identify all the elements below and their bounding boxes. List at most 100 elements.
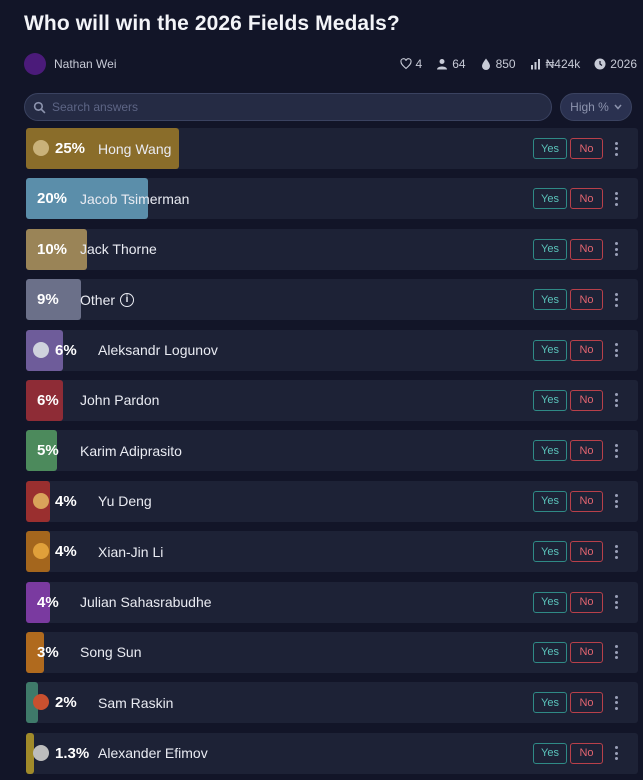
answer-probability: 4% [55,543,77,561]
answer-name[interactable]: Sam Raskin [98,682,173,723]
answer-name[interactable]: Yu Deng [98,481,152,522]
answer-avatar [33,341,49,358]
buy-no-button[interactable]: No [570,742,603,764]
buy-no-button[interactable]: No [570,641,603,663]
buy-no-button[interactable]: No [570,339,603,361]
answer-name[interactable]: Xian-Jin Li [98,531,163,572]
answer-row[interactable]: 2% Sam Raskin Yes No [26,682,638,724]
close-date-stat[interactable]: 2026 [594,57,637,71]
buy-no-button[interactable]: No [570,188,603,210]
answer-name[interactable]: Hong Wang [98,128,171,169]
answer-name-text: Song Sun [80,644,142,661]
answer-probability: 6% [55,341,77,359]
answer-name[interactable]: Other i [80,279,135,320]
answer-row[interactable]: 9% Other i Yes No [26,279,638,321]
buy-yes-button[interactable]: Yes [533,389,567,411]
more-options-icon[interactable] [611,390,621,411]
more-options-icon[interactable] [611,642,621,663]
answer-name[interactable]: John Pardon [80,380,159,421]
answer-name-text: Julian Sahasrabudhe [80,594,212,611]
buy-no-button[interactable]: No [570,490,603,512]
buy-yes-button[interactable]: Yes [533,289,567,311]
more-options-icon[interactable] [611,592,621,613]
answer-name-text: Sam Raskin [98,694,174,711]
more-options-icon[interactable] [611,491,621,512]
more-options-icon[interactable] [611,138,621,159]
answer-name[interactable]: Jacob Tsimerman [80,178,189,219]
answer-probability: 5% [37,442,59,460]
buy-yes-button[interactable]: Yes [533,188,567,210]
answer-name[interactable]: Song Sun [80,632,142,673]
answer-row[interactable]: 4% Julian Sahasrabudhe Yes No [26,581,638,623]
answer-row[interactable]: 1.3% Alexander Efimov Yes No [26,732,638,774]
answer-row[interactable]: 5% Karim Adiprasito Yes No [26,430,638,472]
buy-yes-button[interactable]: Yes [533,138,567,159]
buy-no-button[interactable]: No [570,440,603,462]
answer-avatar [33,744,49,761]
likes-stat[interactable]: 4 [399,57,422,71]
more-options-icon[interactable] [611,541,621,562]
answer-name[interactable]: Karim Adiprasito [80,430,182,471]
answer-probability: 9% [37,291,59,309]
answer-name-text: Alexander Efimov [98,745,208,762]
avatar[interactable] [24,53,46,75]
answer-name-text: Yu Deng [98,493,152,510]
answer-avatar [33,140,49,156]
answer-row[interactable]: 20% Jacob Tsimerman Yes No [26,178,638,220]
search-row: High % [24,93,638,121]
answer-name[interactable]: Alexander Efimov [98,733,208,774]
buy-yes-button[interactable]: Yes [533,641,567,663]
buy-yes-button[interactable]: Yes [533,490,567,512]
answer-name[interactable]: Jack Thorne [80,229,157,270]
buy-yes-button[interactable]: Yes [533,238,567,260]
buy-no-button[interactable]: No [570,692,603,714]
answer-row[interactable]: 4% Yu Deng Yes No [26,480,638,522]
search-input[interactable] [52,100,532,114]
answer-row[interactable]: 10% Jack Thorne Yes No [26,228,638,270]
heart-icon [399,58,412,70]
answer-avatar [33,492,49,509]
answer-name-text: Other [80,291,116,308]
buy-no-button[interactable]: No [570,289,603,311]
buy-yes-button[interactable]: Yes [533,440,567,462]
buy-no-button[interactable]: No [570,541,603,563]
buy-no-button[interactable]: No [570,238,603,260]
buy-yes-button[interactable]: Yes [533,742,567,764]
sort-dropdown[interactable]: High % [560,93,632,121]
more-options-icon[interactable] [611,440,621,461]
answer-row[interactable]: 4% Xian-Jin Li Yes No [26,531,638,573]
buy-no-button[interactable]: No [570,389,603,411]
answer-probability: 25% [55,140,86,157]
volume-stat[interactable]: ₦424k [530,57,581,71]
more-options-icon[interactable] [611,340,621,361]
buy-yes-button[interactable]: Yes [533,339,567,361]
buy-no-button[interactable]: No [570,138,603,159]
search-box[interactable] [24,93,552,121]
answer-probability: 4% [37,593,59,611]
traders-stat[interactable]: 64 [436,57,466,71]
answer-row[interactable]: 25% Hong Wang Yes No [26,128,638,169]
more-options-icon[interactable] [611,743,621,764]
answer-name[interactable]: Julian Sahasrabudhe [80,582,212,623]
buy-yes-button[interactable]: Yes [533,591,567,613]
more-options-icon[interactable] [611,188,621,209]
buy-no-button[interactable]: No [570,591,603,613]
more-options-icon[interactable] [611,289,621,310]
market-stats: 4 64 850 ₦424k 2026 [399,57,637,71]
answer-name[interactable]: Aleksandr Logunov [98,330,218,371]
answer-probability: 20% [37,190,68,208]
answer-row[interactable]: 6% Aleksandr Logunov Yes No [26,329,638,371]
clock-icon [594,58,606,70]
buy-yes-button[interactable]: Yes [533,692,567,714]
volume-value: ₦424k [545,57,581,71]
more-options-icon[interactable] [611,239,621,260]
author-name[interactable]: Nathan Wei [54,57,116,71]
more-options-icon[interactable] [611,692,621,713]
market-page: Who will win the 2026 Fields Medals? Nat… [0,0,643,780]
info-icon[interactable]: i [120,292,135,307]
answer-row[interactable]: 3% Song Sun Yes No [26,631,638,673]
liquidity-stat[interactable]: 850 [480,57,516,71]
answer-name-text: John Pardon [80,392,160,409]
buy-yes-button[interactable]: Yes [533,541,567,563]
answer-row[interactable]: 6% John Pardon Yes No [26,379,638,421]
